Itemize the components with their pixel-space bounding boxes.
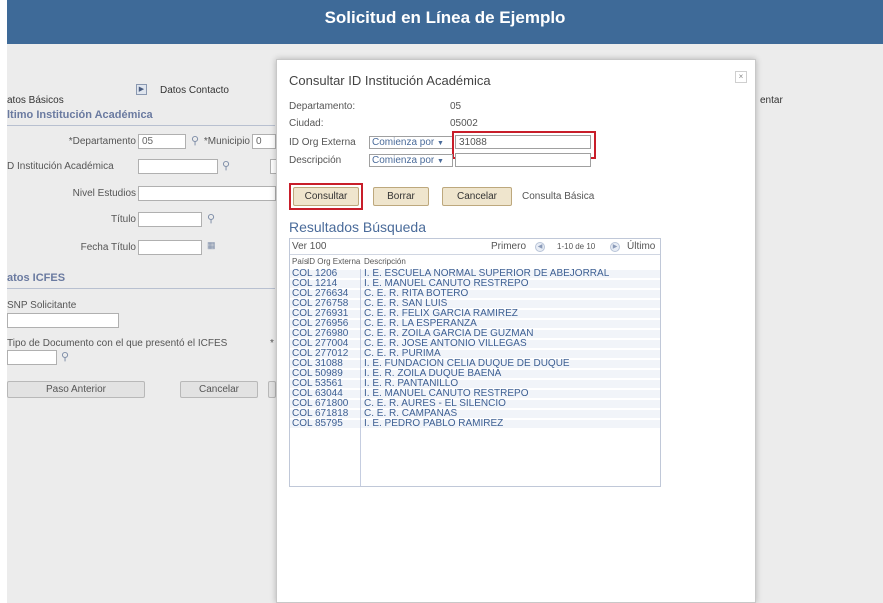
tipo-documento-label: Tipo de Documento con el que presentó el… [7,338,228,349]
first-link[interactable]: Primero [491,241,526,252]
tab-comentar[interactable]: entar [760,95,783,106]
column-divider [360,269,361,486]
search-icon[interactable]: ⚲ [207,212,215,225]
descripcion-input[interactable] [455,153,591,167]
grid-header: País ID Org Externa Descripción [290,256,660,268]
consultar-highlight [289,183,363,210]
chevron-down-icon: ▼ [437,140,444,147]
fecha-titulo-input[interactable] [138,240,202,255]
departamento-label: *Departamento [68,136,136,147]
cancelar-button[interactable]: Cancelar [180,381,258,398]
table-row[interactable]: COL 276931 C. E. R. FELIX GARCIA RAMIREZ [290,309,660,319]
table-row[interactable]: COL 276980 C. E. R. ZOILA GARCIA DE GUZMAN [290,329,660,339]
nivel-estudios-select[interactable] [138,186,276,201]
descripcion-operator-value: Comienza por [372,155,435,166]
tab-arrow-icon[interactable]: ▶ [136,84,147,95]
header-pais[interactable]: País [292,257,308,266]
table-row[interactable]: COL 50989 I. E. R. ZOILA DUQUE BAENA [290,369,660,379]
page-header: Solicitud en Línea de Ejemplo [7,0,883,44]
table-row[interactable]: COL 31088 I. E. FUNDACION CELIA DUQUE DE D… [290,359,660,369]
snp-input[interactable] [7,313,119,328]
table-row[interactable]: COL 276956 C. E. R. LA ESPERANZA [290,319,660,329]
search-icon[interactable]: ⚲ [61,350,69,363]
grid-navigation: Ver 100 Primero ◀ 1-10 de 10 ▶ Último [290,239,660,255]
results-grid: Ver 100 Primero ◀ 1-10 de 10 ▶ Último Pa… [289,238,661,487]
lookup-modal: Consultar ID Institución Académica × Dep… [276,59,756,603]
cell-descripcion[interactable]: I. E. PEDRO PABLO RAMIREZ [364,419,503,429]
view-all-link[interactable]: Ver 100 [292,241,326,252]
close-icon[interactable]: × [735,71,747,83]
ciudad-label: Ciudad: [289,118,324,129]
snp-label: SNP Solicitante [7,300,77,311]
header-id-org[interactable]: ID Org Externa [307,257,360,266]
header-descripcion[interactable]: Descripción [364,257,406,266]
previous-icon[interactable]: ◀ [535,242,545,252]
departamento-input[interactable]: 05 [138,134,186,149]
borrar-button[interactable]: Borrar [373,187,429,206]
paso-anterior-button[interactable]: Paso Anterior [7,381,145,398]
departamento-value: 05 [450,101,462,112]
table-row[interactable]: COL 1214 I. E. MANUEL CANUTO RESTREPO [290,279,660,289]
cell-id-org[interactable]: 85795 [315,419,343,429]
search-icon[interactable]: ⚲ [222,159,230,172]
table-row[interactable]: COL 671818 C. E. R. CAMPANAS [290,409,660,419]
cell-pais[interactable]: COL [292,419,313,429]
table-row[interactable]: COL 53561 I. E. R. PANTANILLO [290,379,660,389]
table-row[interactable]: COL 85795 I. E. PEDRO PABLO RAMIREZ [290,419,660,429]
id-org-operator-value: Comienza por [372,137,435,148]
departamento-label: Departamento: [289,101,356,112]
descripcion-label: Descripción [289,155,342,166]
tipo-documento-input[interactable] [7,350,57,365]
table-row[interactable]: COL 1206 I. E. ESCUELA NORMAL SUPERIOR DE … [290,269,660,279]
tipo-documento-asterisk: * [270,338,274,349]
page-range: 1-10 de 10 [557,242,596,251]
table-row[interactable]: COL 671800 C. E. R. AURES - EL SILENCIO [290,399,660,409]
municipio-input[interactable]: 0 [252,134,276,149]
cancelar-button[interactable]: Cancelar [442,187,512,206]
titulo-input[interactable] [138,212,202,227]
id-org-label: ID Org Externa [289,137,356,148]
section-divider [7,288,275,289]
chevron-down-icon: ▼ [437,158,444,165]
id-org-operator-select[interactable]: Comienza por ▼ [369,136,453,149]
consulta-basica-link[interactable]: Consulta Básica [522,191,594,202]
table-row[interactable]: COL 276758 C. E. R. SAN LUIS [290,299,660,309]
table-row[interactable]: COL 277004 C. E. R. JOSE ANTONIO VILLEGAS [290,339,660,349]
fecha-titulo-label: Fecha Título [80,242,136,253]
tab-datos-basicos[interactable]: atos Básicos [7,95,64,106]
institucion-input[interactable] [138,159,218,174]
ciudad-value: 05002 [450,118,478,129]
titulo-label: Título [110,214,136,225]
last-link[interactable]: Último [627,241,655,252]
tab-datos-contacto[interactable]: Datos Contacto [160,85,229,96]
results-title: Resultados Búsqueda [289,219,426,235]
section-divider [7,125,275,126]
municipio-label: *Municipio [203,136,250,147]
institucion-label: D Institución Académica [7,161,114,172]
page-title: Solicitud en Línea de Ejemplo [324,8,566,27]
section-academic-heading: ltimo Institución Académica [7,109,153,121]
table-row[interactable]: COL 276634 C. E. R. RITA BOTERO [290,289,660,299]
next-icon[interactable]: ▶ [610,242,620,252]
next-button[interactable] [268,381,276,398]
table-row[interactable]: COL 277012 C. E. R. PURIMA [290,349,660,359]
descripcion-operator-select[interactable]: Comienza por ▼ [369,154,453,167]
calendar-icon[interactable]: ▦ [207,240,216,251]
modal-title: Consultar ID Institución Académica [289,73,491,88]
table-row[interactable]: COL 63044 I. E. MANUEL CANUTO RESTREPO [290,389,660,399]
section-icfes-heading: atos ICFES [7,272,66,284]
nivel-estudios-label: Nivel Estudios [72,188,136,199]
